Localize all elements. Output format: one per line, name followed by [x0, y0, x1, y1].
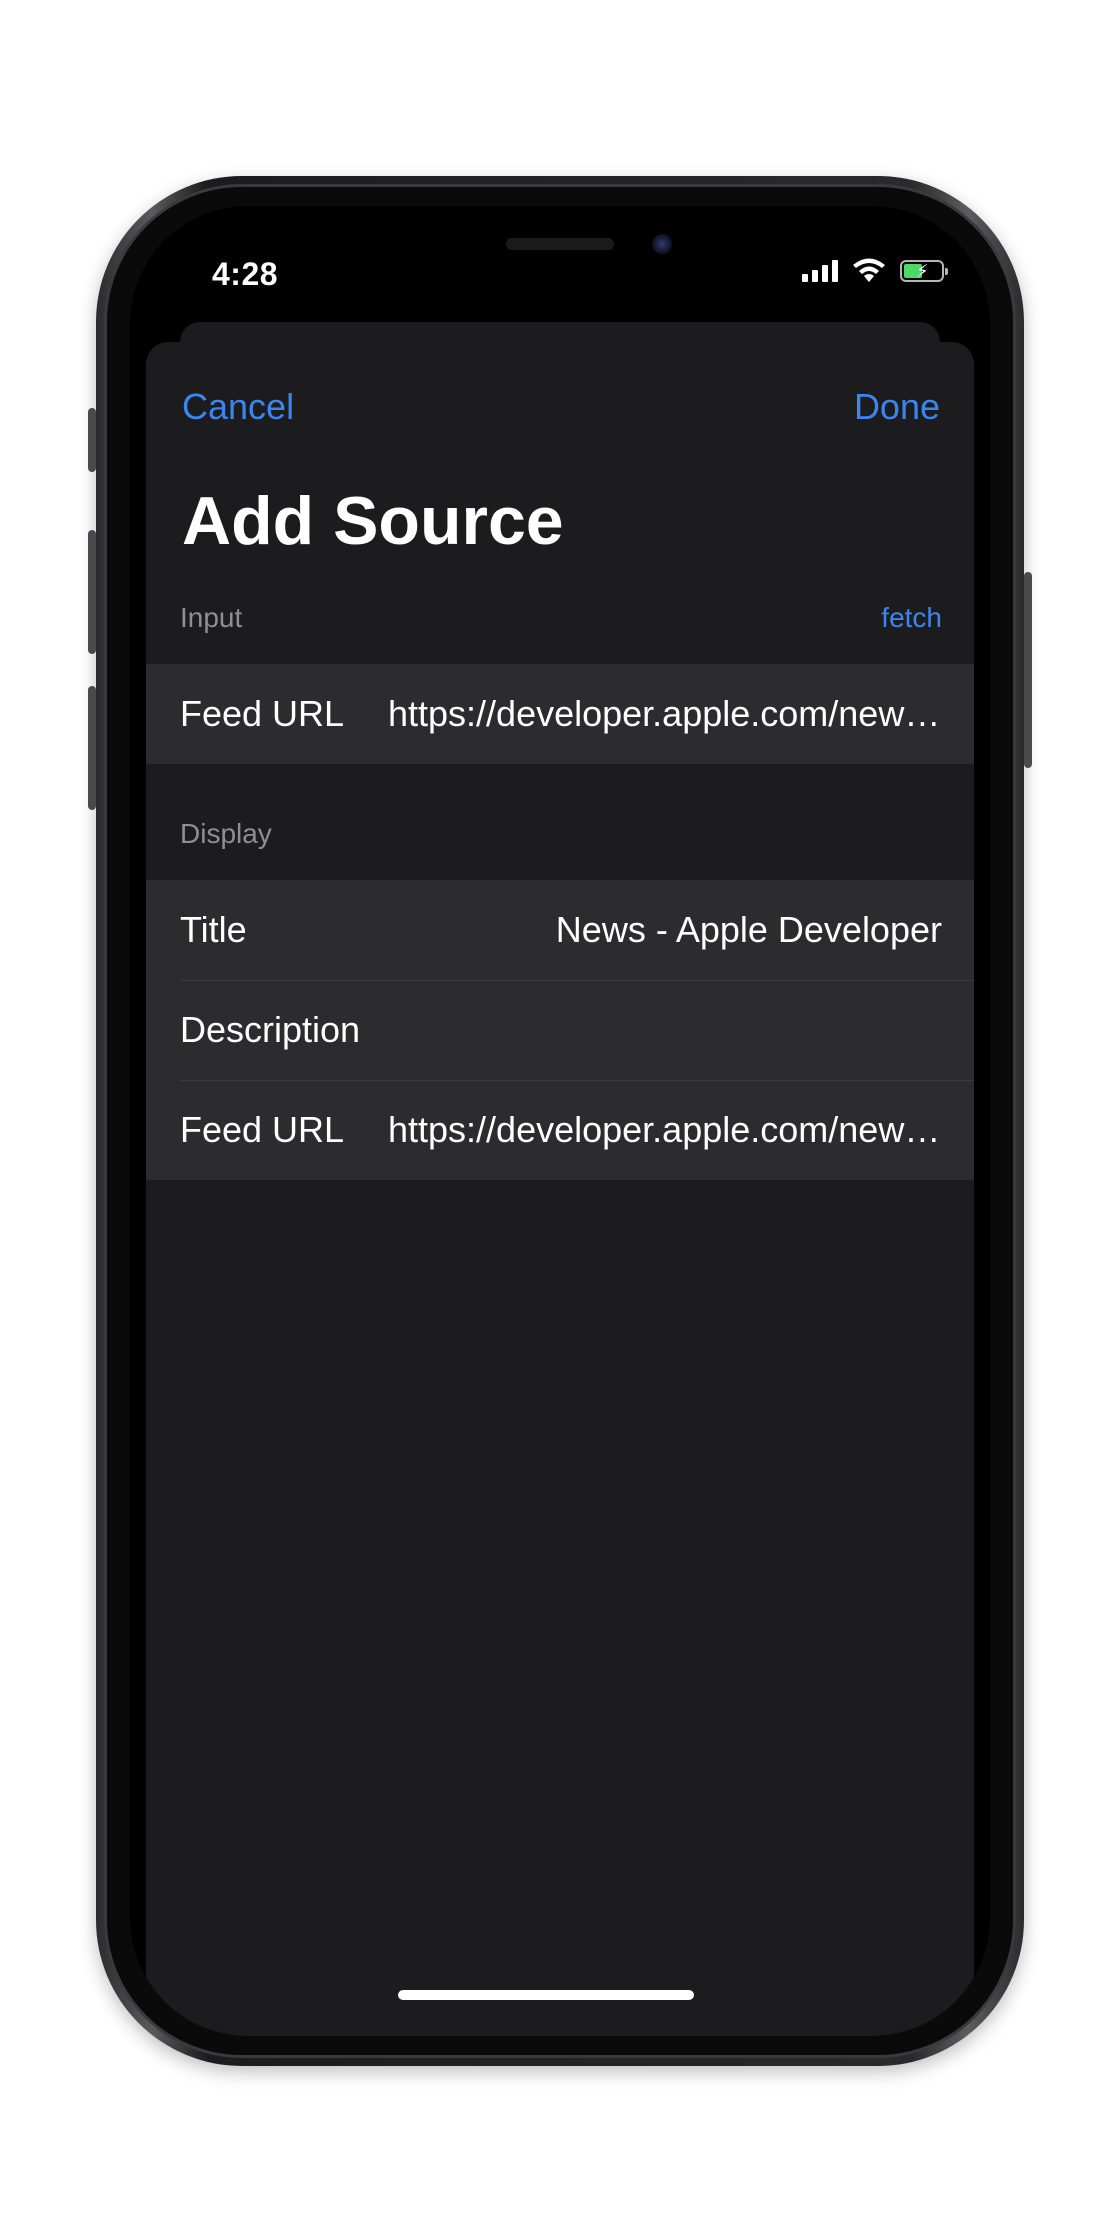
page-title: Add Source: [182, 483, 564, 559]
power-button: [1024, 572, 1032, 768]
wifi-icon: [853, 258, 885, 282]
display-title-row[interactable]: Title News - Apple Developer: [146, 880, 974, 980]
front-camera: [652, 234, 672, 254]
display-description-label: Description: [180, 1009, 361, 1050]
display-feed-url-value[interactable]: https://developer.apple.com/news/rss/new…: [388, 1109, 974, 1151]
battery-charging-icon: ⚡: [900, 260, 948, 282]
section-header-display: Display: [180, 818, 272, 849]
input-feed-url-field[interactable]: https://developer.apple.com/news/rss/new…: [388, 693, 974, 735]
home-indicator[interactable]: [398, 1990, 694, 2000]
action-button: [88, 408, 96, 472]
notch: [350, 206, 770, 266]
section-header-input: Input: [180, 602, 243, 633]
status-time: 4:28: [212, 256, 279, 292]
done-button[interactable]: Done: [854, 386, 940, 428]
cellular-signal-icon: [802, 260, 838, 282]
display-title-label: Title: [180, 909, 247, 950]
cancel-button[interactable]: Cancel: [182, 386, 294, 428]
display-title-value[interactable]: News - Apple Developer: [388, 909, 974, 951]
volume-down-button: [88, 686, 96, 810]
input-feed-url-label: Feed URL: [180, 693, 345, 734]
fetch-button[interactable]: fetch: [881, 602, 942, 634]
display-group: Title News - Apple Developer Description…: [146, 880, 974, 1180]
input-group: Feed URL https://developer.apple.com/new…: [146, 664, 974, 764]
volume-up-button: [88, 530, 96, 654]
display-description-row[interactable]: Description: [146, 980, 974, 1080]
earpiece-speaker: [506, 238, 614, 250]
display-feed-url-row[interactable]: Feed URL https://developer.apple.com/new…: [146, 1080, 974, 1180]
input-feed-url-row[interactable]: Feed URL https://developer.apple.com/new…: [146, 664, 974, 764]
phone-screen: 4:28 ⚡ Cancel Done Add Source Input fetc…: [130, 206, 990, 2036]
display-feed-url-label: Feed URL: [180, 1109, 345, 1150]
status-icons: ⚡: [802, 258, 948, 284]
add-source-sheet: Cancel Done Add Source Input fetch Feed …: [146, 342, 974, 2036]
